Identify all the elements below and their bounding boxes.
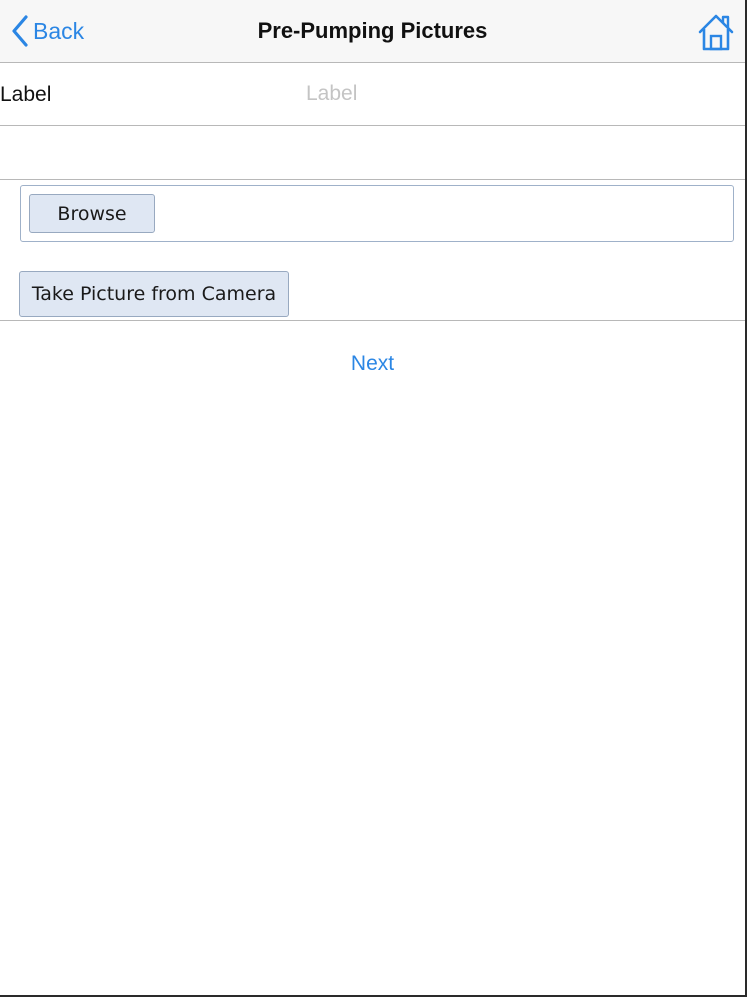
home-icon bbox=[698, 14, 734, 55]
nav-bar: Back Pre-Pumping Pictures bbox=[0, 0, 745, 63]
browse-button[interactable]: Browse bbox=[29, 194, 155, 233]
app-frame: Back Pre-Pumping Pictures Label Browse T… bbox=[0, 0, 747, 997]
next-container: Next bbox=[0, 350, 745, 378]
divider bbox=[0, 320, 745, 321]
take-picture-button[interactable]: Take Picture from Camera bbox=[19, 271, 289, 317]
label-field-caption: Label bbox=[0, 83, 52, 106]
label-input[interactable] bbox=[300, 77, 742, 111]
file-upload-field[interactable]: Browse bbox=[20, 185, 734, 242]
empty-row bbox=[0, 126, 745, 180]
label-row: Label bbox=[0, 63, 745, 126]
next-link[interactable]: Next bbox=[351, 352, 394, 375]
page-title: Pre-Pumping Pictures bbox=[257, 18, 488, 43]
home-button[interactable] bbox=[698, 13, 734, 51]
